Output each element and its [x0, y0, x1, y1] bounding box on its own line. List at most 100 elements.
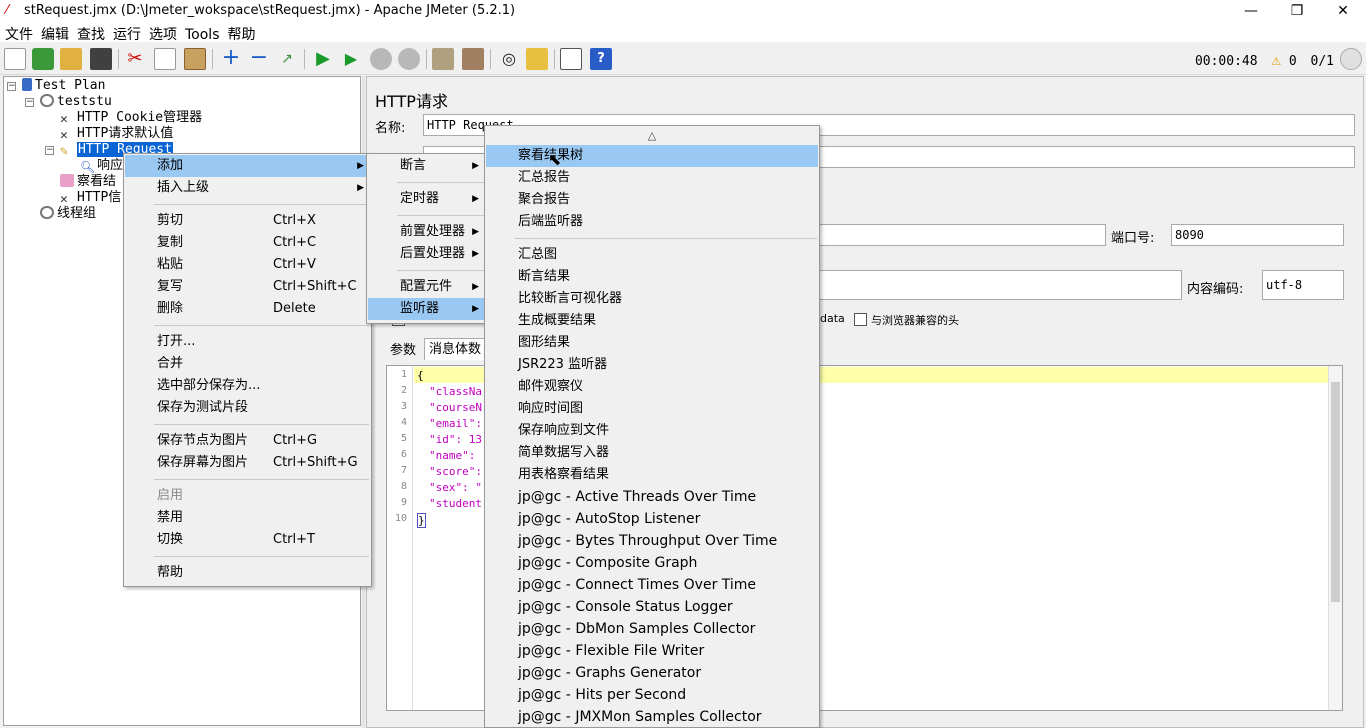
listener-item[interactable]: jp@gc - Bytes Throughput Over Time	[486, 530, 818, 552]
menu-edit[interactable]: 编辑	[36, 22, 72, 44]
tab-body-data[interactable]: 消息体数	[424, 338, 487, 360]
listener-item[interactable]: jp@gc - Active Threads Over Time	[486, 486, 818, 508]
server-input[interactable]	[816, 224, 1106, 246]
menu-run[interactable]: 运行	[108, 22, 144, 44]
menu-item-cut[interactable]: 剪切 Ctrl+X	[125, 210, 370, 232]
listener-item[interactable]: jp@gc - Graphs Generator	[486, 662, 818, 684]
listener-item[interactable]: 生成概要结果	[486, 310, 818, 332]
tree-node-cookie-manager[interactable]: ✕ HTTP Cookie管理器	[60, 110, 202, 126]
scrollbar-thumb[interactable]	[1331, 382, 1340, 602]
menu-item-paste[interactable]: 粘贴 Ctrl+V	[125, 254, 370, 276]
search-binoculars-icon[interactable]: ◎	[498, 48, 520, 70]
tree-node-response-assertion[interactable]: 🔍︎ 响应	[80, 158, 123, 174]
stop-icon[interactable]	[370, 48, 392, 70]
tree-node-http-header[interactable]: ✕ HTTP信	[60, 190, 121, 206]
listener-item[interactable]: 汇总报告	[486, 167, 818, 189]
open-folder-icon[interactable]	[60, 48, 82, 70]
copy-icon[interactable]	[154, 48, 176, 70]
listener-item[interactable]: jp@gc - AutoStop Listener	[486, 508, 818, 530]
menu-item-delete[interactable]: 删除 Delete	[125, 298, 370, 320]
collapse-toggle[interactable]: −	[25, 98, 34, 107]
listener-item[interactable]: jp@gc - DbMon Samples Collector	[486, 618, 818, 640]
menu-item-save-fragment[interactable]: 保存为测试片段	[125, 397, 370, 419]
listener-item[interactable]: 图形结果	[486, 332, 818, 354]
menu-item-toggle[interactable]: 切换 Ctrl+T	[125, 529, 370, 551]
submenu-item-listeners[interactable]: 监听器 ▶	[368, 298, 485, 320]
new-icon[interactable]	[4, 48, 26, 70]
start-no-pause-icon[interactable]: ▶	[340, 48, 362, 70]
tree-node-thread-group-2[interactable]: 线程组	[40, 206, 96, 222]
menu-item-save-selection[interactable]: 选中部分保存为...	[125, 375, 370, 397]
menu-item-save-screen-image[interactable]: 保存屏幕为图片 Ctrl+Shift+G	[125, 452, 370, 474]
listener-item[interactable]: jp@gc - Connect Times Over Time	[486, 574, 818, 596]
start-icon[interactable]: ▶	[312, 48, 334, 70]
tree-node-view-results[interactable]: 察看结	[60, 174, 116, 190]
menu-item-merge[interactable]: 合并	[125, 353, 370, 375]
browser-headers-checkbox[interactable]	[854, 313, 867, 326]
tab-parameters[interactable]: 参数	[386, 340, 420, 362]
listener-item[interactable]: jp@gc - Hits per Second	[486, 684, 818, 706]
submenu-item-pre-processors[interactable]: 前置处理器 ▶	[368, 221, 485, 243]
collapse-toggle[interactable]: −	[7, 82, 16, 91]
shutdown-icon[interactable]	[398, 48, 420, 70]
listener-item[interactable]: 后端监听器	[486, 211, 818, 233]
menu-item-open[interactable]: 打开...	[125, 331, 370, 353]
menu-options[interactable]: 选项	[144, 22, 180, 44]
port-input[interactable]: 8090	[1171, 224, 1344, 246]
listener-item[interactable]: 察看结果树	[486, 145, 818, 167]
listener-item[interactable]: jp@gc - Composite Graph	[486, 552, 818, 574]
submenu-item-post-processors[interactable]: 后置处理器 ▶	[368, 243, 485, 265]
tree-node-thread-group[interactable]: teststu	[40, 94, 112, 110]
listener-item[interactable]: 响应时间图	[486, 398, 818, 420]
listener-item[interactable]: jp@gc - Console Status Logger	[486, 596, 818, 618]
submenu-item-assertions[interactable]: 断言 ▶	[368, 155, 485, 177]
collapse-toggle[interactable]: −	[45, 146, 54, 155]
toggle-icon[interactable]: ↗	[276, 48, 298, 70]
minimize-button[interactable]: —	[1228, 0, 1274, 22]
clear-all-icon[interactable]	[462, 48, 484, 70]
listener-item[interactable]: 用表格察看结果	[486, 464, 818, 486]
menu-file[interactable]: 文件	[0, 22, 36, 44]
expand-icon[interactable]: +	[220, 47, 242, 70]
help-icon[interactable]: ?	[590, 48, 612, 70]
maximize-button[interactable]: ❐	[1274, 0, 1320, 22]
listener-item[interactable]: jp@gc - JMXMon Samples Collector	[486, 706, 818, 728]
collapse-icon[interactable]: −	[248, 47, 270, 70]
listener-item[interactable]: 保存响应到文件	[486, 420, 818, 442]
submenu-item-config-elements[interactable]: 配置元件 ▶	[368, 276, 485, 298]
tree-node-http-defaults[interactable]: ✕ HTTP请求默认值	[60, 126, 173, 142]
path-input[interactable]	[816, 270, 1182, 300]
listener-item[interactable]: 邮件观察仪	[486, 376, 818, 398]
listener-item[interactable]: 简单数据写入器	[486, 442, 818, 464]
submenu-item-timers[interactable]: 定时器 ▶	[368, 188, 485, 210]
close-button[interactable]: ✕	[1320, 0, 1366, 22]
menu-tools[interactable]: Tools	[180, 25, 223, 43]
menu-item-save-node-image[interactable]: 保存节点为图片 Ctrl+G	[125, 430, 370, 452]
menu-help[interactable]: 帮助	[223, 22, 259, 44]
menu-item-copy[interactable]: 复制 Ctrl+C	[125, 232, 370, 254]
encoding-input[interactable]: utf-8	[1262, 270, 1344, 300]
function-helper-icon[interactable]	[560, 48, 582, 70]
listener-item[interactable]: jp@gc - Flexible File Writer	[486, 640, 818, 662]
menu-item-duplicate[interactable]: 复写 Ctrl+Shift+C	[125, 276, 370, 298]
warning-icon[interactable]: ⚠	[1271, 50, 1281, 69]
menu-item-disable[interactable]: 禁用	[125, 507, 370, 529]
listener-item[interactable]: 聚合报告	[486, 189, 818, 211]
save-icon[interactable]	[90, 48, 112, 70]
templates-icon[interactable]	[32, 48, 54, 70]
paste-icon[interactable]	[184, 48, 206, 70]
tree-node-test-plan[interactable]: Test Plan	[22, 78, 105, 94]
reset-search-broom-icon[interactable]	[526, 48, 548, 70]
clear-icon[interactable]	[432, 48, 454, 70]
cut-icon[interactable]: ✂	[124, 48, 146, 70]
listener-item[interactable]: 比较断言可视化器	[486, 288, 818, 310]
listener-item[interactable]: 断言结果	[486, 266, 818, 288]
editor-scrollbar[interactable]	[1328, 366, 1342, 710]
menu-item-help[interactable]: 帮助	[125, 562, 370, 584]
listener-item[interactable]: 汇总图	[486, 244, 818, 266]
listener-item[interactable]: JSR223 监听器	[486, 354, 818, 376]
menu-item-insert-parent[interactable]: 插入上级 ▶	[125, 177, 370, 199]
scroll-up-arrow[interactable]: △	[485, 127, 819, 145]
menu-item-add[interactable]: 添加 ▶	[125, 155, 370, 177]
menu-search[interactable]: 查找	[72, 22, 108, 44]
